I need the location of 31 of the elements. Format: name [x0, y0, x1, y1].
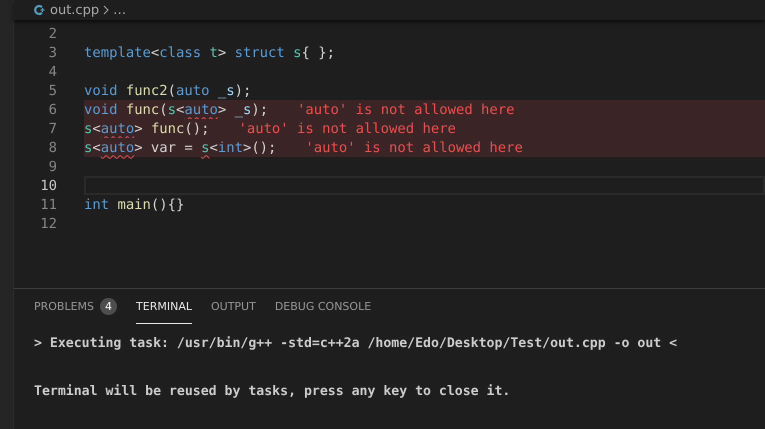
code-line: void func2(auto _s);: [84, 82, 252, 98]
line-number: 10: [39, 178, 57, 194]
code-line: s<auto> var = s<int>();: [84, 140, 276, 156]
panel-tab[interactable]: OUTPUT: [210, 289, 256, 324]
line-number: 11: [39, 196, 57, 212]
code-line: int main(){}: [84, 196, 184, 212]
terminal-line: Terminal will be reused by tasks, press any key to close it.: [34, 384, 510, 399]
cpp-file-icon: [34, 4, 46, 16]
code-line: template<class t> struct s{ };: [84, 44, 335, 60]
line-number: 9: [48, 158, 57, 174]
line-number: 8: [48, 140, 57, 156]
breadcrumb-ellipsis[interactable]: …: [113, 2, 126, 18]
error-message: 'auto' is not allowed here: [297, 102, 514, 118]
line-number: 7: [48, 120, 57, 136]
panel-tab[interactable]: TERMINAL: [136, 289, 192, 324]
file-name[interactable]: out.cpp: [50, 2, 100, 18]
line-number: 2: [48, 26, 57, 42]
line-number: 3: [48, 44, 57, 60]
line-number: 6: [48, 102, 57, 118]
chevron-right-icon: [103, 5, 110, 15]
terminal-line: > Executing task: /usr/bin/g++ -std=c++2a /home/Edo/Desktop/Test/out.cpp -o out <: [34, 336, 678, 351]
line-number: 12: [39, 216, 57, 232]
code-line: s<auto> func();: [84, 120, 210, 136]
code-line: void func(s<auto> _s);: [84, 102, 268, 118]
error-message: 'auto' is not allowed here: [238, 120, 456, 136]
problem-count-badge: 4: [100, 298, 118, 314]
line-number: 5: [48, 82, 57, 98]
error-message: 'auto' is not allowed here: [305, 140, 523, 156]
panel-tab[interactable]: PROBLEMS 4: [34, 289, 118, 324]
panel-tab[interactable]: DEBUG CONSOLE: [274, 289, 372, 324]
line-number: 4: [48, 64, 57, 80]
